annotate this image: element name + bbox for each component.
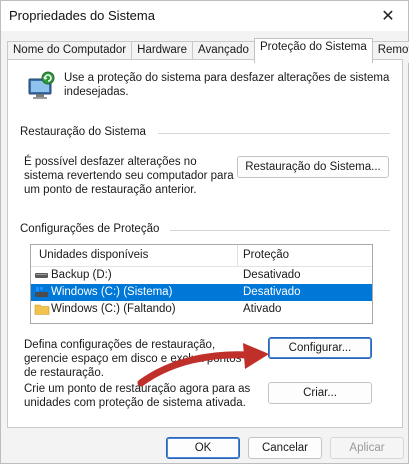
drive-name: Backup (D:) [51,269,112,281]
title-bar: Propriedades do Sistema ✕ [1,1,408,31]
protection-section-divider [170,230,390,231]
drives-list[interactable]: Unidades disponíveis Proteção Backup (D:… [30,244,373,324]
system-properties-window: Propriedades do Sistema ✕ Nome do Comput… [0,0,409,464]
tab-system-protection[interactable]: Proteção do Sistema [253,38,373,63]
drive-name: Windows (C:) (Faltando) [51,303,176,315]
intro-text: Use a proteção do sistema para desfazer … [64,72,390,98]
close-icon: ✕ [381,8,395,25]
configure-button[interactable]: Configurar... [268,337,372,359]
system-protection-panel: Use a proteção do sistema para desfazer … [7,59,403,428]
system-protection-icon [28,71,55,99]
configure-description: Defina configurações de restauração, ger… [24,339,242,379]
system-drive-icon [35,287,48,297]
protection-section-title: Configurações de Proteção [20,223,160,235]
drives-list-header: Unidades disponíveis Proteção [31,245,372,267]
drive-icon [35,273,48,278]
column-header-drives[interactable]: Unidades disponíveis [39,249,148,261]
folder-drive-icon [34,304,50,315]
drive-name: Windows (C:) (Sistema) [51,286,173,298]
window-title: Propriedades do Sistema [9,8,155,23]
drive-row[interactable]: Windows (C:) (Faltando) Ativado [31,301,372,318]
column-separator[interactable] [237,245,238,266]
drive-row-selected[interactable]: Windows (C:) (Sistema) Desativado [31,284,372,301]
drive-protection-status: Ativado [243,303,282,315]
cancel-button[interactable]: Cancelar [248,437,322,459]
create-description: Crie um ponto de restauração agora para … [24,383,251,409]
drive-row[interactable]: Backup (D:) Desativado [31,267,372,284]
system-restore-button[interactable]: Restauração do Sistema... [237,156,389,178]
apply-button[interactable]: Aplicar [330,437,404,459]
drive-protection-status: Desativado [243,286,301,298]
column-header-protection[interactable]: Proteção [243,249,289,261]
tab-strip: Nome do Computador Hardware Avançado Pro… [7,38,409,63]
ok-button[interactable]: OK [166,437,240,459]
restore-section-title: Restauração do Sistema [20,126,146,138]
restore-section-divider [158,133,390,134]
close-button[interactable]: ✕ [368,1,408,31]
restore-description: É possível desfazer alterações no sistem… [24,156,234,196]
drive-protection-status: Desativado [243,269,301,281]
create-button[interactable]: Criar... [268,382,372,404]
